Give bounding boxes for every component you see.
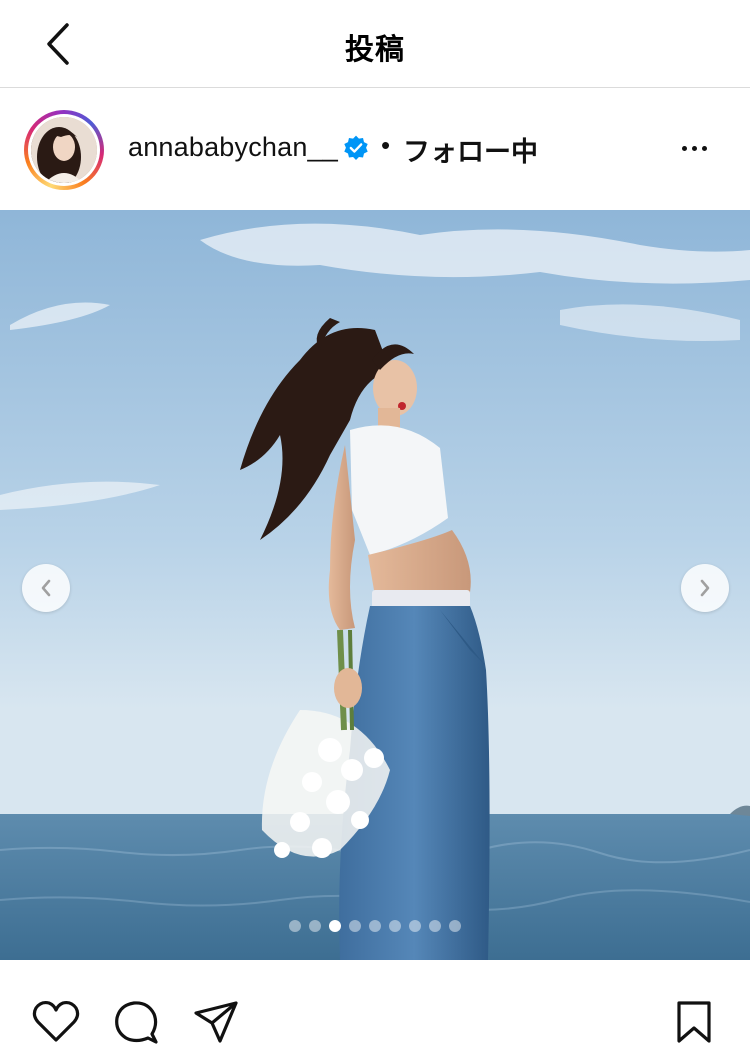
- heart-icon: [32, 1000, 80, 1042]
- carousel-dot: [369, 920, 381, 932]
- comment-button[interactable]: [110, 996, 162, 1048]
- carousel-dot: [349, 920, 361, 932]
- following-button[interactable]: フォロー中: [403, 130, 538, 169]
- chevron-left-icon: [41, 579, 51, 597]
- more-options-icon[interactable]: [672, 132, 716, 164]
- username[interactable]: annababychan__: [128, 132, 338, 163]
- bookmark-icon: [677, 1001, 711, 1043]
- separator-dot: •: [381, 130, 391, 160]
- carousel-dot: [289, 920, 301, 932]
- carousel-dot: [389, 920, 401, 932]
- story-ring[interactable]: [24, 110, 104, 190]
- verified-badge-icon: [344, 135, 368, 160]
- share-icon: [194, 1001, 238, 1043]
- carousel-dot: [449, 920, 461, 932]
- share-button[interactable]: [190, 996, 242, 1048]
- chevron-right-icon: [700, 579, 710, 597]
- carousel-dot: [409, 920, 421, 932]
- like-button[interactable]: [30, 996, 82, 1048]
- action-bar: [0, 960, 750, 1063]
- avatar: [31, 117, 97, 183]
- page-title: 投稿: [344, 32, 405, 66]
- comment-icon: [115, 1001, 158, 1044]
- carousel-dot: [309, 920, 321, 932]
- save-button[interactable]: [668, 996, 720, 1048]
- carousel-dot: [329, 920, 341, 932]
- post-image[interactable]: [0, 210, 750, 960]
- previous-slide-button[interactable]: [22, 564, 70, 612]
- carousel-indicator: [0, 920, 750, 932]
- top-bar: 投稿: [0, 0, 750, 88]
- next-slide-button[interactable]: [681, 564, 729, 612]
- carousel-dot: [429, 920, 441, 932]
- post-header: annababychan__ • フォロー中: [0, 88, 750, 210]
